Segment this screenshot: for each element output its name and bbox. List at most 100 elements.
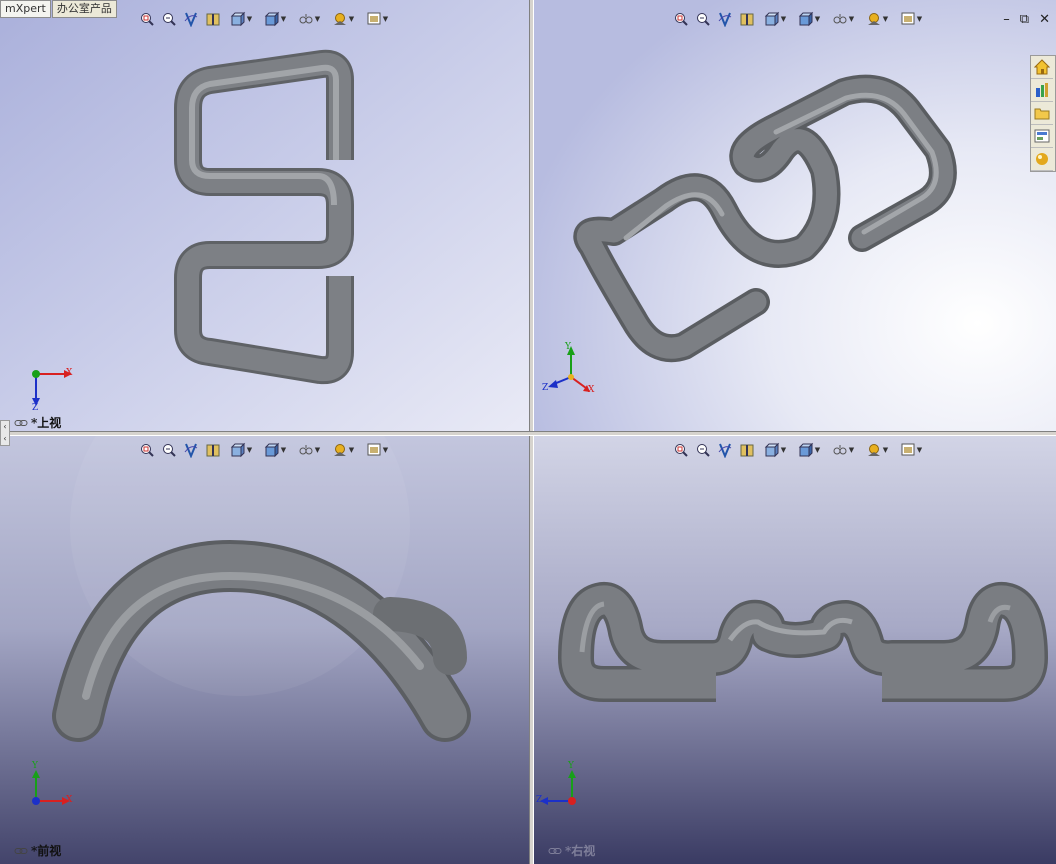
viewport-name-top: *上视	[31, 416, 62, 430]
minimize-icon[interactable]: –	[1003, 12, 1010, 27]
viewport-name-front: *前视	[31, 844, 62, 858]
heads-up-toolbar-front: ▼ ▼ ▼ ▼ ▼	[137, 441, 393, 459]
axis-label-y: Y	[565, 342, 571, 352]
view-orientation-icon[interactable]: ▼	[759, 441, 791, 459]
tab-office-products[interactable]: 办公室产品	[51, 0, 117, 18]
axis-label-z: Z	[536, 795, 543, 805]
chevron-down-icon: ▼	[348, 446, 355, 454]
design-library-icon[interactable]	[1031, 79, 1053, 102]
chevron-down-icon: ▼	[882, 15, 889, 23]
previous-view-icon[interactable]	[715, 10, 735, 28]
chevron-down-icon: ▼	[848, 15, 855, 23]
tab-mxpert[interactable]: mXpert	[0, 0, 51, 18]
axis-label-z: Z	[32, 403, 39, 413]
section-view-icon[interactable]	[203, 441, 223, 459]
appearances-icon[interactable]	[1031, 148, 1053, 171]
hide-show-items-icon[interactable]: ▼	[827, 441, 859, 459]
top-view-scene	[0, 0, 529, 431]
zoom-to-fit-icon[interactable]	[137, 10, 157, 28]
chevron-down-icon: ▼	[314, 15, 321, 23]
section-view-icon[interactable]	[737, 10, 757, 28]
view-orientation-icon[interactable]: ▼	[225, 10, 257, 28]
link-icon	[548, 847, 562, 854]
previous-view-icon[interactable]	[181, 10, 201, 28]
zoom-to-area-icon[interactable]	[693, 10, 713, 28]
edit-appearance-icon[interactable]: ▼	[861, 441, 893, 459]
chevron-down-icon: ▼	[314, 446, 321, 454]
zoom-to-fit-icon[interactable]	[137, 441, 157, 459]
chevron-down-icon: ▼	[246, 446, 253, 454]
viewport-top[interactable]: X Z *上视 ▼ ▼ ▼ ▼ ▼	[0, 0, 529, 431]
restore-icon[interactable]: ⧉	[1020, 12, 1029, 27]
iso-view-scene	[534, 0, 1056, 431]
view-orientation-icon[interactable]: ▼	[759, 10, 791, 28]
heads-up-toolbar-iso: ▼ ▼ ▼ ▼ ▼	[671, 10, 927, 28]
axis-label-z: Z	[542, 383, 549, 393]
axis-label-x: X	[66, 795, 73, 805]
display-style-icon[interactable]: ▼	[793, 441, 825, 459]
chevron-down-icon: ▼	[780, 15, 787, 23]
chevron-down-icon: ▼	[916, 15, 923, 23]
zoom-to-area-icon[interactable]	[159, 441, 179, 459]
task-pane-tabs	[1030, 55, 1056, 172]
display-style-icon[interactable]: ▼	[259, 10, 291, 28]
hide-show-items-icon[interactable]: ▼	[293, 10, 325, 28]
section-view-icon[interactable]	[203, 10, 223, 28]
edit-appearance-icon[interactable]: ▼	[327, 10, 359, 28]
link-icon	[14, 847, 28, 854]
right-view-scene	[534, 436, 1056, 864]
chevron-down-icon: ▼	[280, 15, 287, 23]
heads-up-toolbar-top: ▼ ▼ ▼ ▼ ▼	[137, 10, 393, 28]
zoom-to-fit-icon[interactable]	[671, 10, 691, 28]
view-orientation-icon[interactable]: ▼	[225, 441, 257, 459]
heads-up-toolbar-right: ▼ ▼ ▼ ▼ ▼	[671, 441, 927, 459]
viewport-right[interactable]: Y Z *右视 ▼ ▼ ▼ ▼ ▼	[534, 436, 1056, 864]
axis-label-y: Y	[32, 761, 38, 771]
chevron-down-icon: ▼	[280, 446, 287, 454]
zoom-to-area-icon[interactable]	[693, 441, 713, 459]
chevron-down-icon: ▼	[814, 15, 821, 23]
apply-scene-icon[interactable]: ▼	[895, 441, 927, 459]
chevron-down-icon: ▼	[780, 446, 787, 454]
chevron-down-icon: ▼	[246, 15, 253, 23]
apply-scene-icon[interactable]: ▼	[361, 10, 393, 28]
chevron-down-icon: ▼	[348, 15, 355, 23]
chevron-down-icon: ▼	[916, 446, 923, 454]
edit-appearance-icon[interactable]: ▼	[327, 441, 359, 459]
viewport-label-top: *上视	[14, 414, 61, 431]
hide-show-items-icon[interactable]: ▼	[827, 10, 859, 28]
chevron-down-icon: ▼	[382, 446, 389, 454]
home-icon[interactable]	[1031, 56, 1053, 79]
view-palette-icon[interactable]	[1031, 125, 1053, 148]
apply-scene-icon[interactable]: ▼	[895, 10, 927, 28]
viewport-front[interactable]: Y X *前视 ▼ ▼ ▼ ▼ ▼	[0, 436, 529, 864]
hide-show-items-icon[interactable]: ▼	[293, 441, 325, 459]
viewport-isometric[interactable]: Y Z X ▼ ▼ ▼ ▼ ▼ – ⧉ ✕	[534, 0, 1056, 431]
edit-appearance-icon[interactable]: ▼	[861, 10, 893, 28]
viewport-label-right: *右视	[548, 842, 595, 859]
close-icon[interactable]: ✕	[1039, 12, 1050, 27]
previous-view-icon[interactable]	[715, 441, 735, 459]
window-controls: – ⧉ ✕	[1003, 12, 1050, 27]
chevron-down-icon: ▼	[382, 15, 389, 23]
axis-label-x: X	[588, 385, 595, 395]
zoom-to-area-icon[interactable]	[159, 10, 179, 28]
display-style-icon[interactable]: ▼	[259, 441, 291, 459]
apply-scene-icon[interactable]: ▼	[361, 441, 393, 459]
front-view-scene	[0, 436, 529, 864]
axis-label-y: Y	[568, 761, 574, 771]
zoom-to-fit-icon[interactable]	[671, 441, 691, 459]
chevron-down-icon: ▼	[882, 446, 889, 454]
file-explorer-icon[interactable]	[1031, 102, 1053, 125]
link-icon	[14, 419, 28, 426]
chevron-down-icon: ▼	[814, 446, 821, 454]
document-tabs: mXpert 办公室产品	[0, 0, 118, 18]
viewport-splitter-horizontal[interactable]	[0, 431, 1056, 436]
panel-collapse-arrow-icon[interactable]: ‹ ‹	[0, 420, 10, 446]
chevron-down-icon: ▼	[848, 446, 855, 454]
viewport-label-front: *前视	[14, 842, 61, 859]
section-view-icon[interactable]	[737, 441, 757, 459]
previous-view-icon[interactable]	[181, 441, 201, 459]
viewport-name-right: *右视	[565, 844, 596, 858]
display-style-icon[interactable]: ▼	[793, 10, 825, 28]
